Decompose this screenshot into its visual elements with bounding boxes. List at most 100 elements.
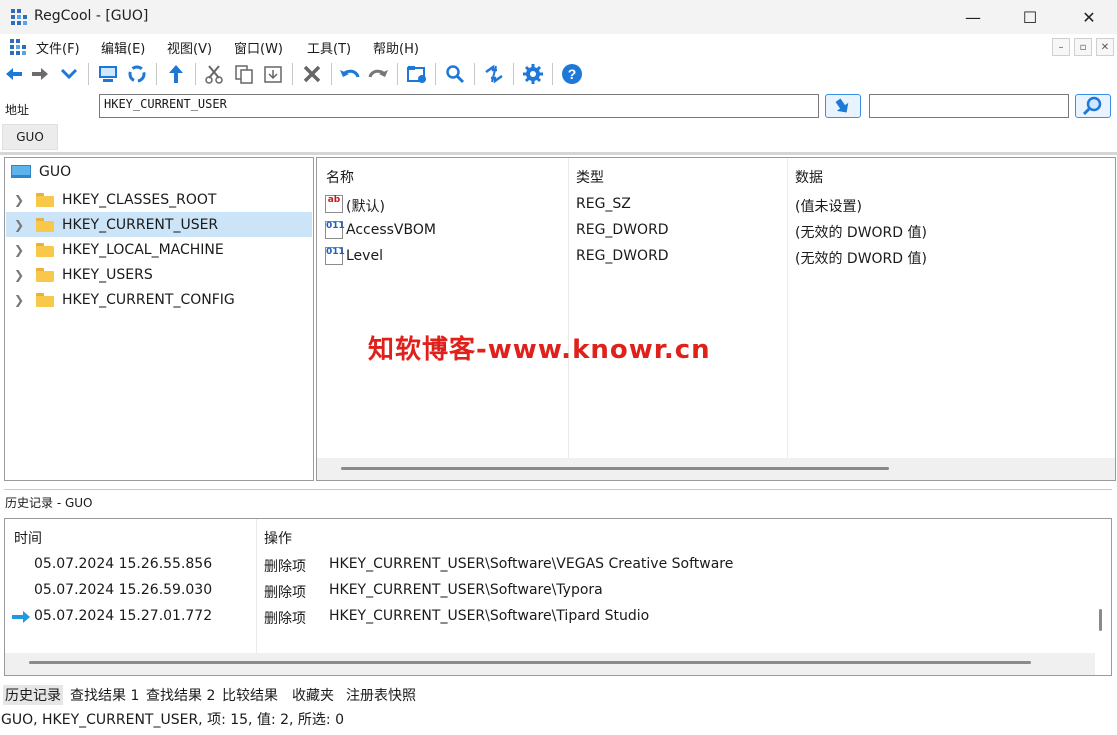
menu-window[interactable]: 窗口(W) [234,38,283,57]
value-type: REG_DWORD [576,248,669,264]
search-icon[interactable] [443,62,467,86]
tree-node-hklm[interactable]: ❯ HKEY_LOCAL_MACHINE [6,237,312,262]
minimize-icon: — [965,7,981,27]
document-icon[interactable] [9,38,27,56]
go-button[interactable] [825,94,861,118]
string-value-icon: ab [325,195,343,213]
tab-guo[interactable]: GUO [2,124,58,150]
search-input[interactable] [869,94,1069,118]
chevron-right-icon[interactable]: ❯ [14,293,26,307]
forward-icon[interactable] [28,62,52,86]
address-input[interactable]: HKEY_CURRENT_USER [99,94,819,118]
value-type: REG_SZ [576,196,631,212]
tree-node-hkcu[interactable]: ❯ HKEY_CURRENT_USER [6,212,312,237]
menu-view[interactable]: 视图(V) [167,38,212,57]
value-name: AccessVBOM [346,222,436,238]
history-time: 05.07.2024 15.26.59.030 [34,582,213,598]
history-action: 删除项 [264,585,306,601]
history-path: HKEY_CURRENT_USER\Software\VEGAS Creativ… [329,556,734,572]
horizontal-scrollbar[interactable] [5,653,1095,675]
folder-icon [36,267,54,282]
column-header-type[interactable]: 类型 [576,167,604,187]
close-icon: ✕ [1082,7,1096,27]
new-key-icon[interactable] [405,62,429,86]
redo-icon[interactable] [366,62,390,86]
column-header-action[interactable]: 操作 [264,528,292,548]
history-path: HKEY_CURRENT_USER\Software\Tipard Studio [329,608,650,624]
tab-label: GUO [16,130,44,144]
status-bar: GUO, HKEY_CURRENT_USER, 项: 15, 值: 2, 所选:… [1,712,345,728]
tree-node-hkcr[interactable]: ❯ HKEY_CLASSES_ROOT [6,187,312,212]
mdi-minimize-button[interactable]: – [1052,38,1070,56]
chevron-right-icon[interactable]: ❯ [14,193,26,207]
copy-icon[interactable] [232,62,256,86]
history-list: 时间 操作 05.07.2024 15.26.55.856 删除项 HKEY_C… [4,518,1112,676]
tree-node-label: HKEY_USERS [62,266,153,283]
panel-splitter[interactable] [4,489,1112,490]
list-row[interactable]: 011 AccessVBOM REG_DWORD (无效的 DWORD 值) [317,218,1115,244]
chevron-right-icon[interactable]: ❯ [14,268,26,282]
cut-icon[interactable] [202,62,226,86]
undo-icon[interactable] [338,62,362,86]
column-header-time[interactable]: 时间 [14,528,42,548]
history-action: 删除项 [264,559,306,575]
folder-icon [36,292,54,307]
history-row[interactable]: 05.07.2024 15.26.55.856 删除项 HKEY_CURRENT… [5,552,1095,578]
refresh-icon[interactable] [125,62,149,86]
magnifier-icon [1082,96,1102,116]
mdi-restore-icon: ▫ [1079,41,1087,53]
menu-tools[interactable]: 工具(T) [307,38,351,57]
value-data: (值未设置) [795,199,862,215]
tab-compare-results[interactable]: 比较结果 [222,685,278,705]
vertical-scrollbar-thumb[interactable] [1099,609,1102,631]
tree-node-hku[interactable]: ❯ HKEY_USERS [6,262,312,287]
tree-root[interactable]: GUO [11,164,71,180]
compare-icon[interactable] [482,62,506,86]
menu-file[interactable]: 文件(F) [36,38,80,57]
close-button[interactable]: ✕ [1061,0,1117,34]
tree-node-label: HKEY_CURRENT_USER [62,216,219,233]
chevron-right-icon[interactable]: ❯ [14,243,26,257]
menu-bar: 文件(F) 编辑(E) 视图(V) 窗口(W) 工具(T) 帮助(H) [0,36,1117,58]
mdi-minimize-icon: – [1058,41,1064,53]
tab-registry-snapshot[interactable]: 注册表快照 [346,685,416,705]
list-row[interactable]: ab (默认) REG_SZ (值未设置) [317,192,1115,218]
scrollbar-thumb[interactable] [29,661,1031,664]
scrollbar-thumb[interactable] [341,467,889,470]
back-icon[interactable] [2,62,26,86]
computer-icon[interactable] [96,62,120,86]
tab-favorites[interactable]: 收藏夹 [292,685,334,705]
help-icon[interactable]: ? [560,62,584,86]
tab-history[interactable]: 历史记录 [3,685,63,705]
tree-node-label: HKEY_CLASSES_ROOT [62,191,217,208]
window-title: RegCool - [GUO] [34,8,149,24]
tree-node-hkcc[interactable]: ❯ HKEY_CURRENT_CONFIG [6,287,312,312]
search-button[interactable] [1075,94,1111,118]
bottom-tab-bar: 历史记录 查找结果 1 查找结果 2 比较结果 收藏夹 注册表快照 [0,683,1117,707]
list-row[interactable]: 011 Level REG_DWORD (无效的 DWORD 值) [317,244,1115,270]
column-header-data[interactable]: 数据 [795,167,823,187]
history-row[interactable]: 05.07.2024 15.27.01.772 删除项 HKEY_CURRENT… [5,604,1095,630]
title-bar: RegCool - [GUO] — ☐ ✕ [0,0,1117,34]
column-header-name[interactable]: 名称 [326,167,354,187]
up-icon[interactable] [164,62,188,86]
mdi-close-button[interactable]: ✕ [1096,38,1114,56]
tree-root-label: GUO [39,164,72,180]
paste-icon[interactable] [261,62,285,86]
dropdown-icon[interactable] [57,62,81,86]
tab-find-results-1[interactable]: 查找结果 1 [70,685,139,705]
tab-find-results-2[interactable]: 查找结果 2 [146,685,215,705]
maximize-button[interactable]: ☐ [1002,0,1058,34]
minimize-button[interactable]: — [945,0,1001,34]
chevron-right-icon[interactable]: ❯ [14,218,26,232]
regcool-app-icon [11,9,27,25]
tab-divider [0,152,1117,155]
mdi-restore-button[interactable]: ▫ [1074,38,1092,56]
history-row[interactable]: 05.07.2024 15.26.59.030 删除项 HKEY_CURRENT… [5,578,1095,604]
binary-value-icon: 011 [325,247,345,265]
delete-icon[interactable] [300,62,324,86]
menu-help[interactable]: 帮助(H) [373,38,419,57]
menu-edit[interactable]: 编辑(E) [101,38,145,57]
settings-icon[interactable] [521,62,545,86]
tree-node-label: HKEY_CURRENT_CONFIG [62,291,235,308]
